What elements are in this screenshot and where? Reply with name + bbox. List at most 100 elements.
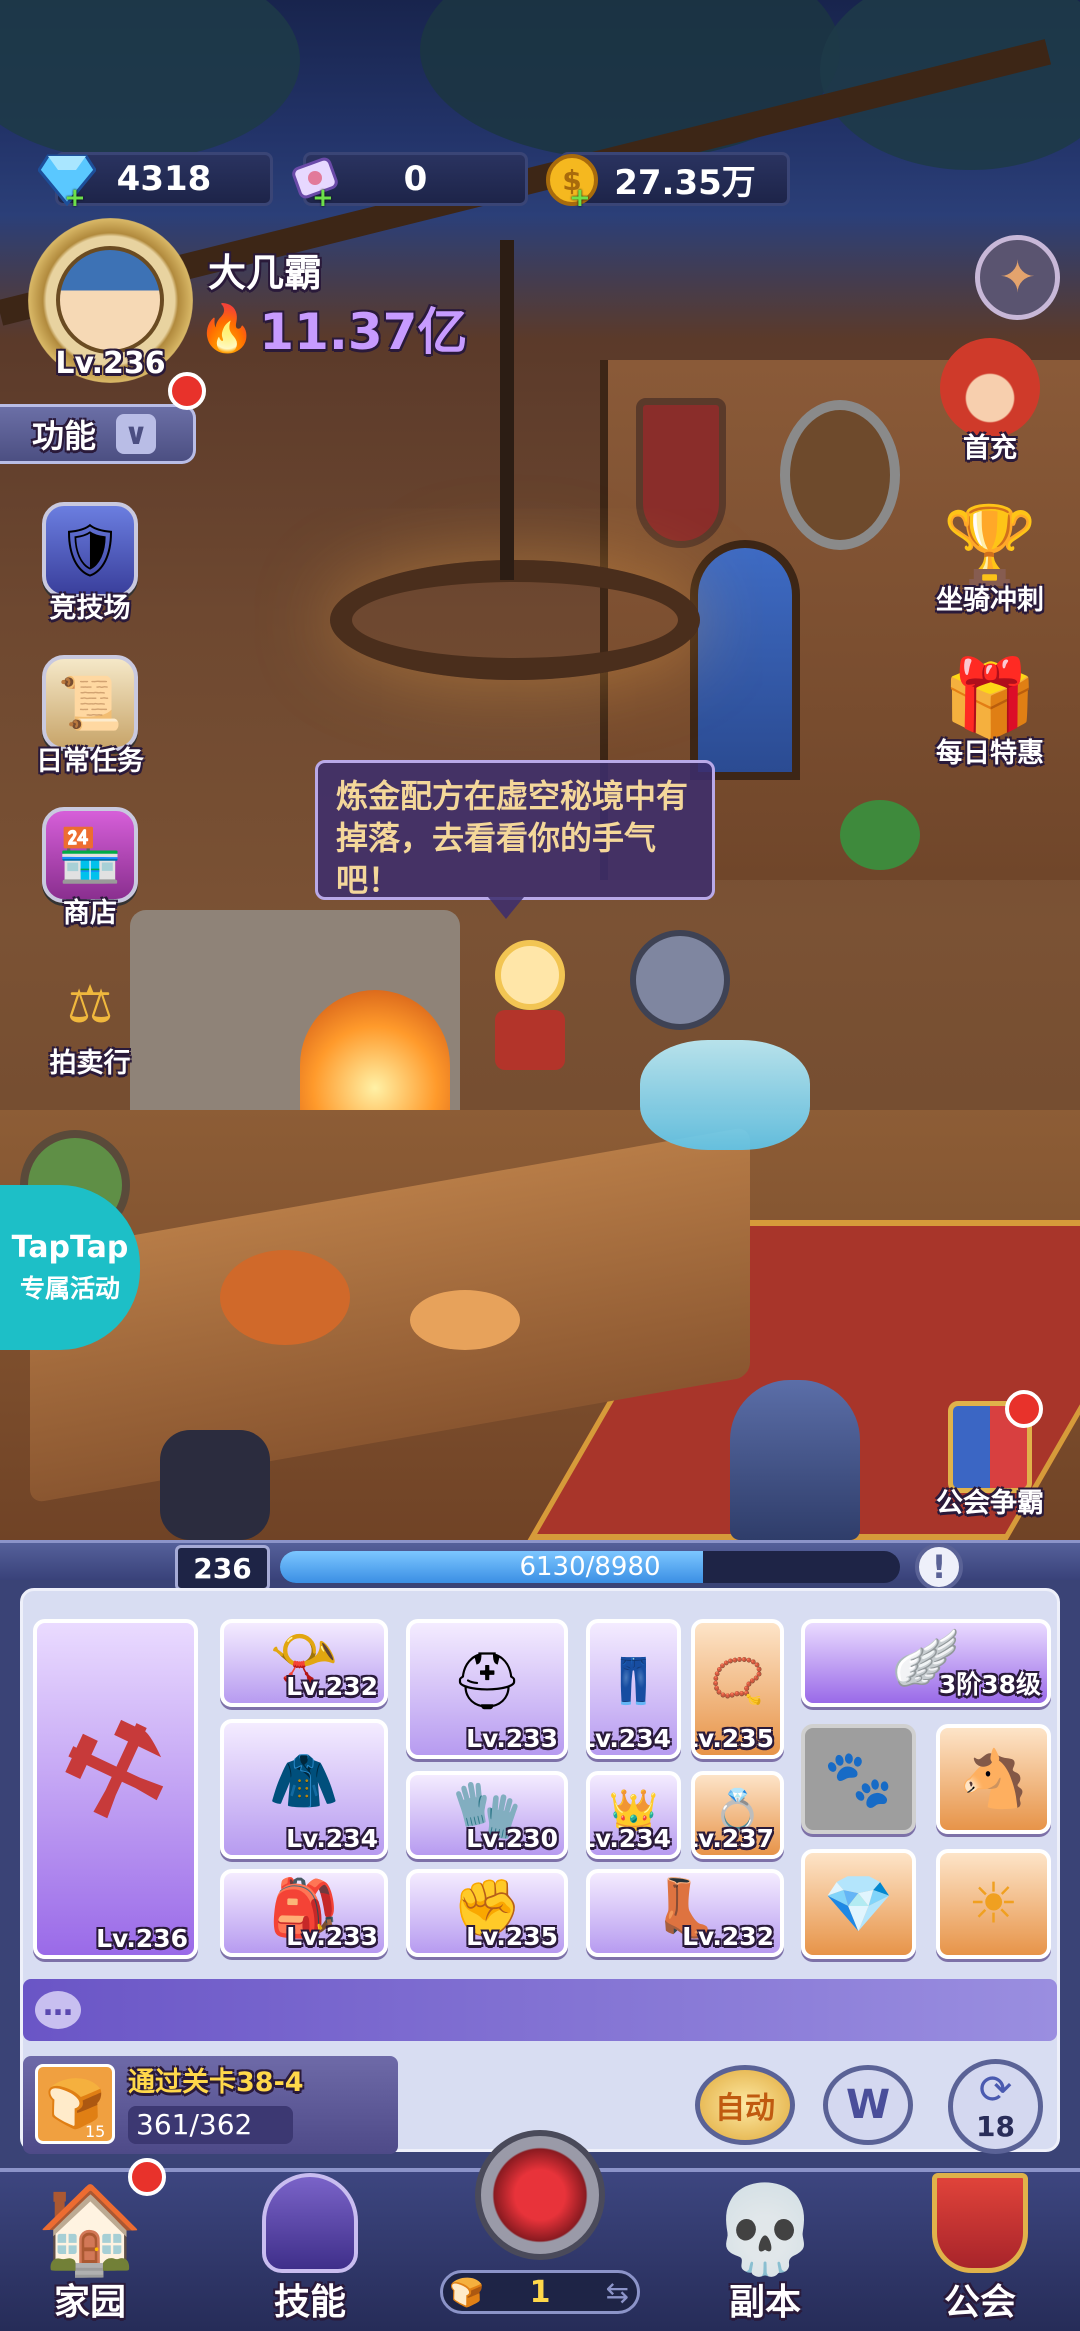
notification-dot	[168, 372, 206, 410]
cooldown-count: 18	[976, 2110, 1015, 2143]
quest-progress: 361/362	[136, 2108, 253, 2141]
chat-bar[interactable]: …	[23, 1979, 1057, 2041]
notification-dot	[1005, 1390, 1043, 1428]
belt-slot[interactable]: 🎒 Lv.233	[220, 1869, 388, 1957]
equipment-grid: ⚒ Lv.236 📯 Lv.232 🧥 Lv.234 🎒 Lv.233 ⛑ Lv.233…	[20, 1588, 1060, 2154]
scroll-value: 0	[403, 159, 428, 199]
function-toggle-label: 功能	[32, 417, 97, 455]
auto-battle-button[interactable]: 自动	[695, 2065, 795, 2145]
power-value: 11.37亿	[259, 303, 468, 361]
bracer-slot[interactable]: 🧤 Lv.230	[406, 1771, 568, 1859]
nav-home-label: 家园	[53, 2282, 126, 2323]
npc-speech-bubble: 炼金配方在虚空秘境中有掉落，去看看你的手气吧！	[315, 760, 715, 919]
gem-hexagon-icon: 💎	[823, 1872, 894, 1937]
gauntlet-slot[interactable]: ✊ Lv.235	[406, 1869, 568, 1957]
weapon-slot[interactable]: ⚒ Lv.236	[33, 1619, 198, 1959]
equip-level: Lv.234	[286, 1824, 378, 1853]
helmet-icon: ⛑	[451, 1649, 523, 1715]
necklace-icon: 📿	[710, 1656, 765, 1708]
nav-stage-center[interactable]: 🍞 1 ⇆	[420, 2130, 660, 2330]
daily-quest-button[interactable]: 📜 日常任务	[25, 648, 155, 778]
arena-shield-icon: 🛡	[42, 502, 138, 598]
game-scene[interactable]: + 4318 + 0 $ + 27.35万 Lv.236 大几霸 🔥 11.37亿…	[0, 0, 1080, 1540]
maid-npc[interactable]	[485, 940, 575, 1080]
nav-guild[interactable]: 公会	[905, 2168, 1055, 2331]
equip-level: Lv.234	[586, 1724, 671, 1753]
heroine-portrait-icon	[940, 338, 1040, 438]
guild-war-label: 公会争霸	[936, 1488, 1044, 1519]
leg-armor-icon: 👖	[606, 1656, 661, 1708]
w-skill-button[interactable]: W	[823, 2065, 913, 2145]
gift-box-icon: 🎁	[942, 653, 1038, 742]
player-avatar[interactable]: Lv.236	[18, 218, 203, 388]
cooldown-skill-button[interactable]: ⟳ 18	[948, 2059, 1043, 2154]
axe-icon: ⚒	[41, 1688, 190, 1857]
xp-level: 236	[193, 1551, 252, 1585]
equip-level: Lv.237	[691, 1824, 774, 1853]
necklace-slot[interactable]: 📿 Lv.235	[691, 1619, 784, 1759]
equip-level: Lv.233	[466, 1724, 558, 1753]
arena-label: 竞技场	[49, 593, 131, 624]
pet-slot-locked[interactable]: 🐾	[801, 1724, 916, 1834]
diamond-value: 4318	[116, 159, 212, 199]
mount-slot[interactable]: 🐴	[936, 1724, 1051, 1834]
helmet-horn-slot[interactable]: 📯 Lv.232	[220, 1619, 388, 1707]
scroll-ticket-icon: +	[284, 149, 346, 213]
scroll-counter[interactable]: + 0	[292, 152, 528, 213]
tree-silhouette	[420, 0, 840, 160]
info-button[interactable]: !	[915, 1543, 963, 1591]
quest-tracker[interactable]: 🍞 15 通过关卡38-4 361/362	[23, 2056, 398, 2154]
boots-slot[interactable]: 👢 Lv.232	[586, 1869, 784, 1957]
quest-title: 通过关卡38-4	[128, 2067, 304, 2098]
emblem-slot[interactable]: ☀	[936, 1849, 1051, 1959]
arena-button[interactable]: 🛡 竞技场	[25, 495, 155, 625]
nav-skills-label: 技能	[273, 2282, 346, 2323]
first-recharge-button[interactable]: 首充	[920, 335, 1060, 465]
taptap-title: TapTap	[11, 1230, 129, 1265]
bread-plate	[410, 1290, 520, 1350]
chat-bubble-icon: …	[35, 1991, 81, 2029]
bread-small-icon: 🍞	[449, 2275, 484, 2309]
equip-level: Lv.235	[466, 1922, 558, 1951]
ring-slot[interactable]: 💍 Lv.237	[691, 1771, 784, 1859]
nav-skills[interactable]: 技能	[235, 2168, 385, 2331]
scroll-icon: 📜	[42, 655, 138, 751]
stage-count: 1	[529, 2274, 551, 2310]
diamond-counter[interactable]: + 4318	[38, 152, 273, 213]
w-label: W	[845, 2082, 891, 2128]
wings-level: 3阶38级	[938, 1670, 1041, 1699]
leg-armor-slot[interactable]: 👖 Lv.234	[586, 1619, 681, 1759]
chest-armor-slot[interactable]: 🧥 Lv.234	[220, 1719, 388, 1859]
tree-silhouette	[0, 0, 300, 160]
scales-icon: ⚖	[66, 975, 114, 1035]
level-box: 236	[175, 1545, 270, 1591]
item-count: 15	[85, 2122, 106, 2141]
demon-eye-emblem-icon	[475, 2130, 605, 2260]
wings-slot[interactable]: 🪽 3阶38级	[801, 1619, 1051, 1707]
shop-button[interactable]: 🏪 商店	[25, 800, 155, 930]
settings-button[interactable]: ✦	[975, 235, 1060, 320]
cat-npc[interactable]	[160, 1430, 270, 1540]
taptap-subtitle: 专属活动	[19, 1274, 120, 1303]
arched-window	[690, 540, 800, 780]
fireplace-fire	[300, 990, 450, 1130]
shoulder-slot[interactable]: 👑 Lv.234	[586, 1771, 681, 1859]
gold-counter[interactable]: $ + 27.35万	[546, 152, 790, 213]
nav-dungeon[interactable]: 💀 副本	[690, 2168, 840, 2331]
gold-value: 27.35万	[614, 162, 756, 203]
quest-progress-box: 361/362	[128, 2106, 293, 2144]
equip-level: Lv.232	[286, 1672, 378, 1701]
auction-button[interactable]: ⚖ 拍卖行	[25, 950, 155, 1080]
daily-deal-button[interactable]: 🎁 每日特惠	[920, 640, 1060, 770]
function-toggle-button[interactable]: 功能 ∨	[0, 404, 196, 464]
player-knight-on-mount[interactable]	[620, 930, 820, 1160]
gem-slot[interactable]: 💎	[801, 1849, 916, 1959]
guard-npc[interactable]	[730, 1380, 860, 1540]
experience-bar: 236 6130/8980 !	[0, 1540, 1080, 1591]
paw-icon: 🐾	[823, 1747, 894, 1812]
equip-level: Lv.234	[586, 1824, 671, 1853]
first-recharge-label: 首充	[963, 433, 1017, 464]
mount-sprint-button[interactable]: 🏆 坐骑冲刺	[920, 487, 1060, 617]
helmet-slot[interactable]: ⛑ Lv.233	[406, 1619, 568, 1759]
mount-sprint-label: 坐骑冲刺	[936, 585, 1044, 616]
